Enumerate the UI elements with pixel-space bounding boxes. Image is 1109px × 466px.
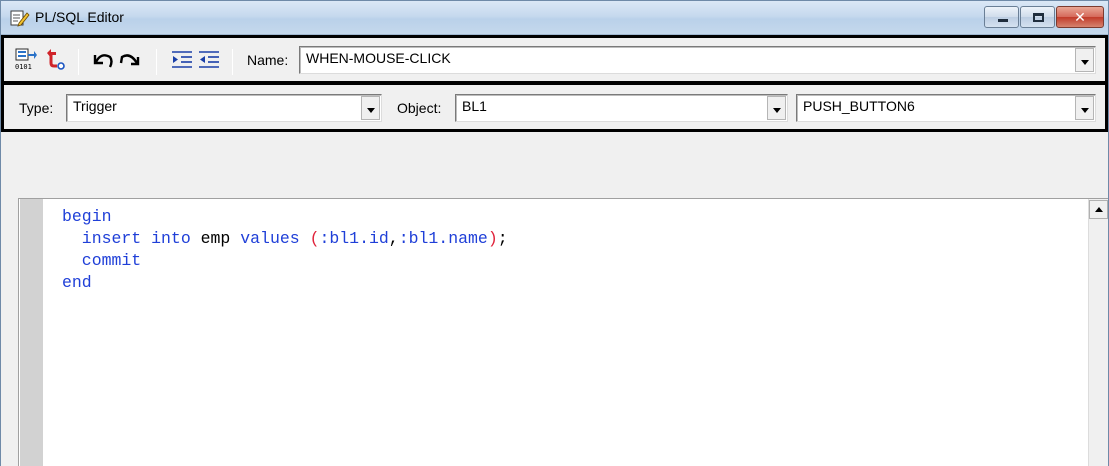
code-token: begin	[62, 207, 112, 226]
redo-icon[interactable]	[118, 49, 142, 73]
object-value: BL1	[462, 98, 487, 114]
close-icon: ✕	[1074, 9, 1086, 25]
code-line[interactable]: commit	[62, 250, 508, 272]
plsql-editor-window: PL/SQL Editor ✕ 0101 Name: WHEN-MOUSE-CL…	[0, 0, 1109, 466]
outdent-icon[interactable]	[197, 48, 221, 72]
close-button[interactable]: ✕	[1056, 6, 1104, 28]
window-title: PL/SQL Editor	[35, 9, 124, 25]
code-token: (	[309, 229, 320, 248]
code-text[interactable]: begin insert into emp values (:bl1.id,:b…	[62, 206, 508, 294]
code-token: insert into	[62, 229, 201, 248]
toolbar-separator	[156, 49, 157, 75]
object-label: Object:	[397, 100, 442, 116]
code-token: commit	[62, 251, 142, 270]
revert-icon[interactable]	[42, 47, 66, 71]
item-dropdown[interactable]: PUSH_BUTTON6	[796, 94, 1096, 122]
editor-gutter	[20, 199, 43, 466]
compile-icon[interactable]: 0101	[14, 47, 38, 71]
item-value: PUSH_BUTTON6	[803, 98, 915, 114]
code-token: end	[62, 273, 92, 292]
chevron-down-icon[interactable]	[1075, 96, 1094, 120]
object-dropdown[interactable]: BL1	[455, 94, 788, 122]
vertical-scrollbar[interactable]	[1088, 199, 1108, 466]
code-token: )	[487, 229, 498, 248]
code-token: ,	[388, 229, 399, 248]
code-line[interactable]: begin	[62, 206, 508, 228]
code-token: values	[230, 229, 310, 248]
code-editor[interactable]: begin insert into emp values (:bl1.id,:b…	[18, 198, 1108, 466]
chevron-down-icon[interactable]	[767, 96, 786, 120]
name-value: WHEN-MOUSE-CLICK	[306, 50, 451, 66]
main-toolbar: 0101 Name: WHEN-MOUSE-CLICK	[1, 35, 1108, 83]
name-label: Name:	[247, 52, 289, 68]
name-dropdown[interactable]: WHEN-MOUSE-CLICK	[299, 46, 1096, 74]
type-dropdown[interactable]: Trigger	[66, 94, 382, 122]
code-line[interactable]: insert into emp values (:bl1.id,:bl1.nam…	[62, 228, 508, 250]
type-label: Type:	[19, 100, 54, 116]
toolbar-separator	[78, 49, 79, 75]
maximize-icon	[1033, 13, 1044, 22]
code-line[interactable]: end	[62, 272, 508, 294]
minimize-button[interactable]	[984, 6, 1019, 28]
undo-icon[interactable]	[91, 49, 115, 73]
maximize-button[interactable]	[1020, 6, 1055, 28]
chevron-down-icon[interactable]	[361, 96, 380, 120]
code-token: emp	[200, 229, 231, 248]
svg-text:0101: 0101	[15, 63, 32, 71]
toolbar-separator	[232, 49, 233, 75]
indent-icon[interactable]	[170, 48, 194, 72]
code-token: ;	[497, 229, 508, 248]
code-token: :bl1.name	[398, 229, 488, 248]
filter-bar: Type: Trigger Object: BL1 PUSH_BUTTON6	[1, 83, 1108, 132]
pencil-document-icon	[10, 10, 30, 27]
chevron-down-icon[interactable]	[1075, 48, 1094, 72]
minimize-icon	[998, 19, 1008, 22]
title-bar[interactable]: PL/SQL Editor ✕	[1, 1, 1108, 35]
type-value: Trigger	[73, 98, 117, 114]
code-token: :bl1.id	[319, 229, 389, 248]
scroll-up-button[interactable]	[1089, 200, 1108, 219]
window-controls: ✕	[983, 6, 1104, 28]
